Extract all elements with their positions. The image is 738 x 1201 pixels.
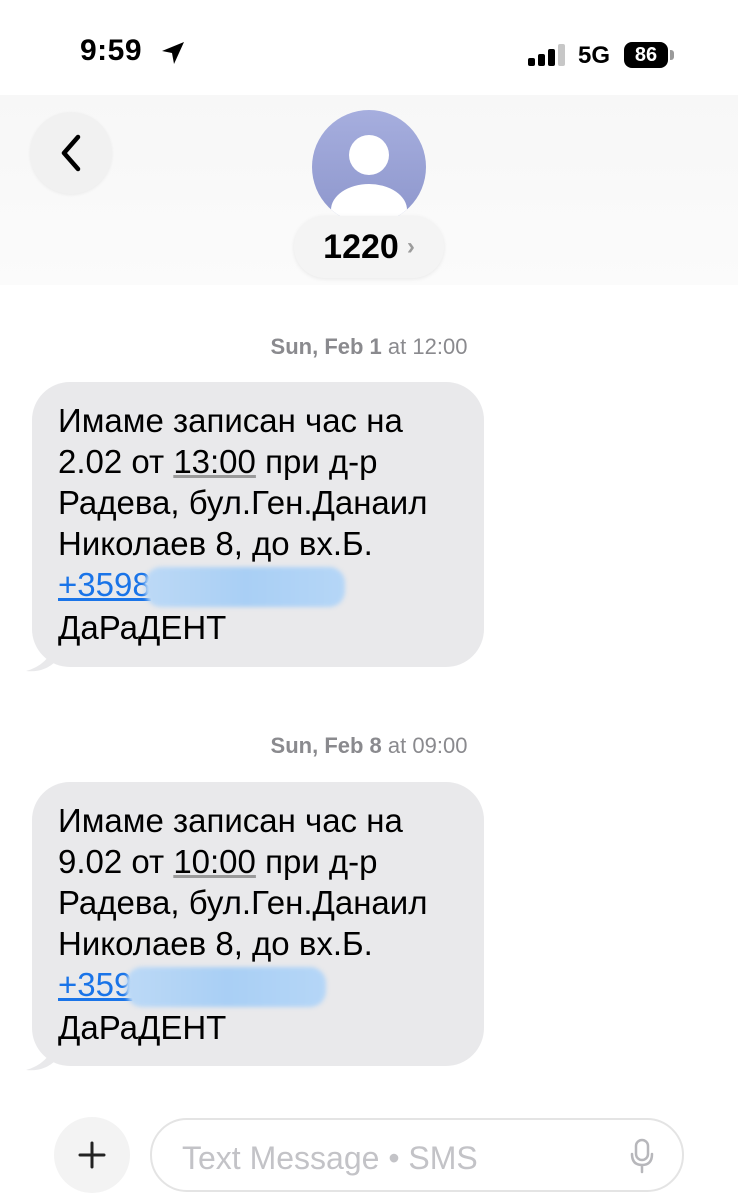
message-line: 9.02 от 10:00 при д-р: [58, 841, 458, 882]
appointment-time-link[interactable]: 13:00: [173, 443, 256, 480]
contact-name-button[interactable]: 1220 ›: [294, 216, 444, 278]
message-timestamp: Sun, Feb 1 at 12:00: [0, 334, 738, 360]
chevron-right-icon: ›: [406, 233, 415, 260]
bubble-tail: [26, 1042, 56, 1071]
message-line: ДаРаДЕНТ: [58, 1009, 227, 1047]
message-text: 9.02 от: [58, 843, 174, 880]
message-input[interactable]: Text Message • SMS: [150, 1118, 684, 1192]
message-input-placeholder: Text Message • SMS: [182, 1140, 478, 1176]
phone-link[interactable]: +3598: [58, 564, 151, 605]
redacted-blur: [144, 567, 345, 608]
message-timestamp: Sun, Feb 8 at 09:00: [0, 733, 738, 759]
network-type: 5G: [578, 42, 611, 69]
message-line: Радева, бул.Ген.Данаил: [58, 884, 428, 921]
message-line: Имаме записан час на: [58, 402, 403, 439]
message-line: ДаРаДЕНТ: [58, 609, 227, 647]
appointment-time-link[interactable]: 10:00: [173, 843, 256, 880]
timestamp-day: Sun, Feb 8: [270, 733, 382, 758]
contact-avatar[interactable]: [312, 110, 426, 224]
microphone-icon[interactable]: [630, 1138, 654, 1174]
message-line: Николаев 8, до вх.Б.: [58, 525, 373, 562]
back-button[interactable]: [30, 112, 112, 194]
person-icon: [331, 135, 407, 224]
message-bubble[interactable]: Имаме записан час на 9.02 от 10:00 при д…: [26, 782, 484, 1071]
message-text: при д-р: [255, 843, 378, 880]
message-line: +359: [58, 964, 458, 1008]
battery-level: 86: [634, 44, 658, 66]
battery-cap: [670, 50, 674, 60]
status-time: 9:59: [80, 34, 143, 67]
bubble-tail: [26, 643, 56, 672]
location-arrow-icon: [162, 42, 184, 64]
plus-icon: [78, 1141, 106, 1169]
timestamp-time: at 12:00: [387, 334, 468, 359]
timestamp-day: Sun, Feb 1: [270, 334, 382, 359]
message-text: 2.02 от: [58, 443, 174, 480]
contact-name: 1220: [323, 227, 399, 266]
phone-link[interactable]: +359: [58, 964, 132, 1005]
redacted-blur: [126, 967, 327, 1008]
message-line: Радева, бул.Ген.Данаил: [58, 484, 428, 521]
message-line: 2.02 от 13:00 при д-р: [58, 441, 458, 482]
timestamp-time: at 09:00: [387, 733, 468, 758]
message-line: Имаме записан час на: [58, 802, 403, 839]
message-bubble[interactable]: Имаме записан час на 2.02 от 13:00 при д…: [26, 382, 484, 672]
chevron-left-icon: [61, 134, 81, 172]
add-attachment-button[interactable]: [54, 1117, 130, 1193]
message-text: при д-р: [255, 443, 378, 480]
cellular-signal-icon: [528, 44, 568, 66]
message-line: Николаев 8, до вх.Б.: [58, 925, 373, 962]
battery-icon: 86: [624, 42, 668, 68]
message-line: +3598: [58, 564, 458, 608]
